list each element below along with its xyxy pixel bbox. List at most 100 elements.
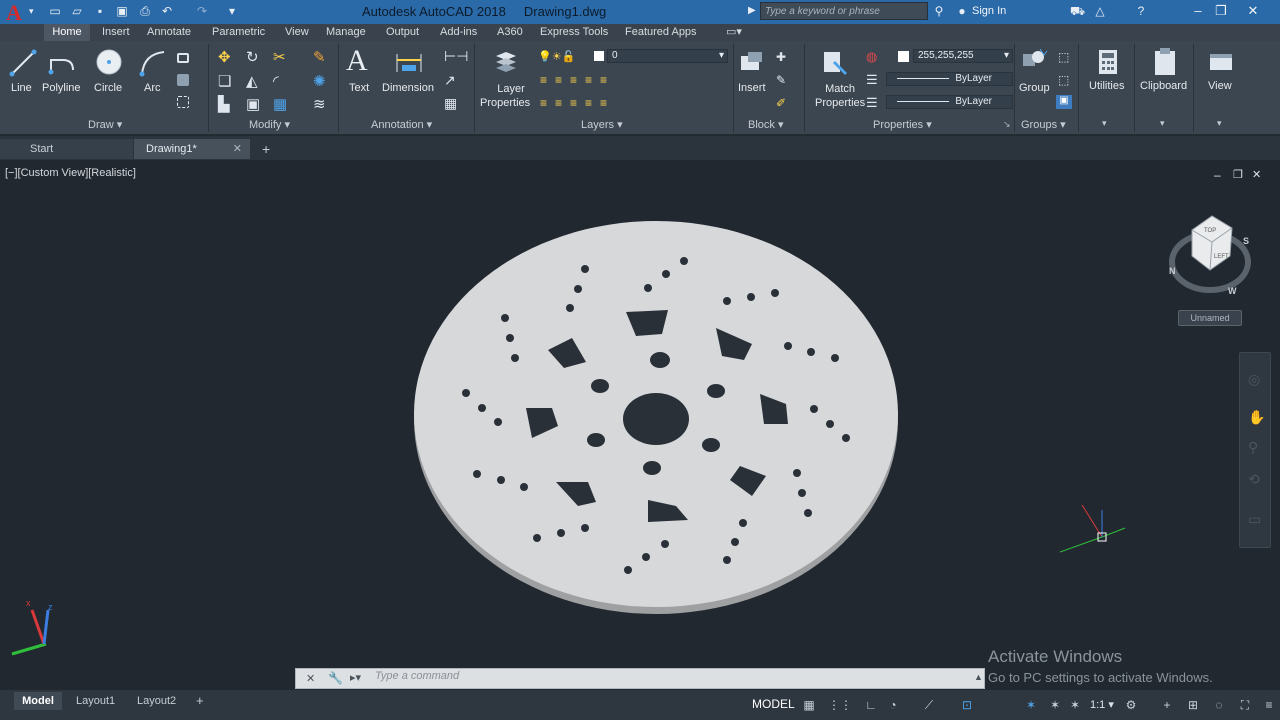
isodraft-icon[interactable]: ⟋ — [922, 698, 936, 712]
boundary-icon[interactable] — [177, 96, 189, 108]
add-layout-icon[interactable]: + — [196, 692, 204, 710]
create-block-icon[interactable]: ✚ — [776, 50, 786, 64]
tab-insert[interactable]: Insert — [102, 24, 130, 41]
model-space-button[interactable]: MODEL — [752, 697, 795, 711]
tab-add-ins[interactable]: Add-ins — [440, 24, 477, 41]
linear-dim-icon[interactable]: ⊢⊣ — [444, 48, 468, 65]
polar-icon[interactable]: ◔ — [886, 698, 900, 712]
modify-panel-label[interactable]: Modify ▾ — [249, 118, 290, 131]
tab-featured-apps[interactable]: Featured Apps — [625, 24, 697, 41]
fillet-icon[interactable]: ◜ — [273, 72, 279, 90]
open-folder-icon[interactable]: ▱ — [70, 4, 84, 18]
group-select-icon[interactable]: ▣ — [1056, 95, 1072, 109]
mirror-icon[interactable]: ◭ — [246, 72, 258, 90]
polyline-button[interactable]: Polyline — [42, 82, 81, 94]
close-icon[interactable]: ✕ — [1240, 2, 1266, 20]
layer-tools-row-2[interactable]: ≡≡≡≡≡ — [540, 96, 615, 110]
circle-button[interactable]: Circle — [94, 82, 122, 94]
autoscale-icon[interactable]: ✶ — [1068, 698, 1082, 712]
recent-commands-icon[interactable]: ▸▾ — [350, 671, 361, 684]
layer-dropdown[interactable]: 0 ▾ — [607, 49, 728, 63]
groups-panel-label[interactable]: Groups ▾ — [1021, 118, 1066, 131]
utilities-button[interactable]: Utilities — [1089, 80, 1124, 92]
tab-a360[interactable]: A360 — [497, 24, 523, 41]
draw-panel-label[interactable]: Draw ▾ — [88, 118, 122, 131]
undo-icon[interactable]: ↶ — [160, 4, 174, 18]
explode-icon[interactable]: ✺ — [313, 72, 326, 90]
annotation-panel-label[interactable]: Annotation ▾ — [371, 118, 432, 131]
scale-dropdown[interactable]: 1:1 ▾ — [1090, 698, 1114, 711]
edit-block-icon[interactable]: ✎ — [776, 73, 786, 87]
customize-command-icon[interactable]: 🔧 — [328, 671, 343, 685]
erase-icon[interactable]: ✎ — [313, 48, 326, 66]
viewport-minimize-icon[interactable]: – — [1214, 168, 1221, 182]
layout-tab-layout2[interactable]: Layout2 — [137, 692, 176, 710]
rectangle-icon[interactable] — [177, 53, 189, 63]
group-edit-icon[interactable]: ⬚ — [1058, 73, 1069, 87]
save-as-icon[interactable]: ▣ — [115, 4, 129, 18]
line-button[interactable]: Line — [11, 82, 32, 94]
snap-icon[interactable]: ⋮⋮ — [828, 698, 852, 712]
command-input[interactable]: Type a command — [375, 670, 459, 682]
offset-icon[interactable]: ≋ — [313, 95, 326, 113]
annotation-scale-icon[interactable]: ✶ — [1024, 698, 1038, 712]
hatch-icon[interactable] — [177, 74, 189, 86]
rotate-icon[interactable]: ↻ — [246, 48, 259, 66]
isolate-icon[interactable]: ◌ — [1212, 698, 1226, 712]
save-icon[interactable]: ▪ — [93, 4, 107, 18]
scale-icon[interactable]: ▣ — [246, 95, 260, 113]
fullscreen-icon[interactable]: ⛶ — [1238, 698, 1252, 712]
wcs-menu[interactable]: Unnamed — [1178, 310, 1242, 326]
steering-wheel-icon[interactable]: ◎ — [1248, 371, 1260, 388]
viewport-controls[interactable]: [−][Custom View][Realistic] — [5, 167, 136, 179]
layout-tab-model[interactable]: Model — [14, 692, 62, 710]
restore-icon[interactable]: ❐ — [1208, 2, 1234, 20]
insert-button[interactable]: Insert — [738, 82, 766, 94]
layers-panel-label[interactable]: Layers ▾ — [581, 118, 623, 131]
units-icon[interactable]: ⊞ — [1186, 698, 1200, 712]
tab-output[interactable]: Output — [386, 24, 419, 41]
redo-icon[interactable]: ↷ — [195, 4, 209, 18]
group-button[interactable]: Group — [1019, 82, 1050, 94]
ribbon-toggle-icon[interactable]: ▭▾ — [726, 24, 742, 41]
binoculars-icon[interactable]: ⚲ — [932, 4, 946, 18]
print-icon[interactable]: ⎙ — [138, 4, 152, 18]
customization-icon[interactable]: ≡ — [1262, 698, 1276, 712]
viewcube[interactable]: TOP LEFT N S W — [1162, 210, 1258, 310]
linetype-dropdown[interactable]: ByLayer — [886, 72, 1013, 86]
arc-button[interactable]: Arc — [144, 82, 161, 94]
properties-panel-label[interactable]: Properties ▾ — [873, 118, 932, 131]
block-panel-label[interactable]: Block ▾ — [748, 118, 783, 131]
trim-icon[interactable]: ✂ — [273, 48, 286, 66]
tab-start[interactable]: Start — [0, 139, 133, 159]
cart-icon[interactable]: ⛟ — [1070, 4, 1085, 18]
layout-tab-layout1[interactable]: Layout1 — [76, 692, 115, 710]
properties-launcher-icon[interactable]: ↘ — [1003, 119, 1011, 130]
color-dropdown[interactable]: 255,255,255 ▾ — [913, 49, 1013, 63]
ungroup-icon[interactable]: ⬚ — [1058, 50, 1069, 64]
navigation-bar[interactable]: ◎ ✋ ⚲ ⟲ ▭ — [1239, 352, 1271, 548]
showmotion-icon[interactable]: ▭ — [1248, 511, 1261, 528]
application-menu-button[interactable]: A ▾ — [0, 0, 40, 25]
layer-properties-button[interactable]: Layer Properties — [480, 82, 530, 110]
leader-icon[interactable]: ↗ — [444, 72, 456, 89]
new-tab-icon[interactable]: + — [262, 141, 270, 157]
annotation-monitor-icon[interactable]: + — [1160, 698, 1174, 712]
tab-parametric[interactable]: Parametric — [212, 24, 265, 41]
tab-express-tools[interactable]: Express Tools — [540, 24, 608, 41]
tab-view[interactable]: View — [285, 24, 309, 41]
help-icon[interactable]: ? — [1134, 4, 1148, 18]
command-expand-icon[interactable]: ▲ — [974, 672, 983, 682]
viewport-close-icon[interactable]: ✕ — [1252, 168, 1261, 181]
exchange-icon[interactable]: △ — [1093, 4, 1107, 18]
workspace-icon[interactable]: ⚙ — [1124, 698, 1138, 712]
clipboard-button[interactable]: Clipboard — [1140, 80, 1187, 92]
copy-icon[interactable]: ❏ — [218, 72, 231, 90]
close-command-icon[interactable]: ✕ — [306, 672, 315, 685]
array-icon[interactable]: ▦ — [273, 95, 287, 113]
new-file-icon[interactable]: ▭ — [48, 4, 62, 18]
tab-home[interactable]: Home — [44, 24, 90, 41]
tab-drawing1[interactable]: Drawing1* ✕ — [134, 139, 250, 159]
text-button[interactable]: Text — [349, 82, 369, 94]
orbit-icon[interactable]: ⟲ — [1248, 471, 1260, 488]
